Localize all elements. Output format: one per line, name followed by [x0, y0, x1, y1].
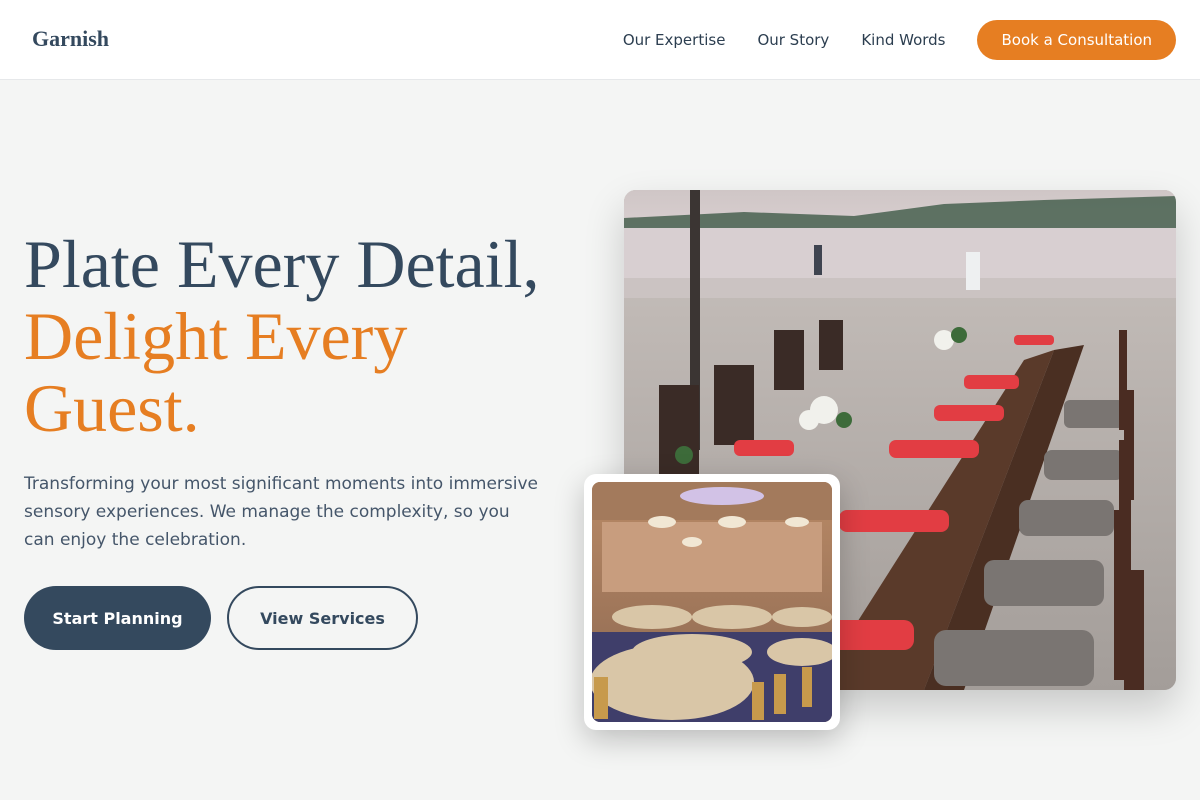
- banquet-hall-photo: [592, 482, 832, 722]
- site-header: Garnish Our Expertise Our Story Kind Wor…: [0, 0, 1200, 80]
- banquet-hall-illustration: [592, 482, 832, 722]
- start-planning-button[interactable]: Start Planning: [24, 586, 211, 650]
- hero-title-line-2: Delight Every Guest.: [24, 298, 408, 446]
- nav-link-kind-words[interactable]: Kind Words: [861, 31, 945, 49]
- view-services-button[interactable]: View Services: [227, 586, 418, 650]
- nav-link-expertise[interactable]: Our Expertise: [623, 31, 726, 49]
- main-nav: Our Expertise Our Story Kind Words Book …: [623, 20, 1176, 60]
- hero-title-line-1: Plate Every Detail,: [24, 226, 540, 302]
- hero-subtitle: Transforming your most significant momen…: [24, 474, 538, 550]
- hero-title: Plate Every Detail, Delight Every Guest.: [24, 228, 544, 444]
- book-consultation-button[interactable]: Book a Consultation: [977, 20, 1176, 60]
- logo[interactable]: Garnish: [32, 26, 109, 52]
- banquet-photo-frame: [584, 474, 840, 730]
- nav-link-story[interactable]: Our Story: [757, 31, 829, 49]
